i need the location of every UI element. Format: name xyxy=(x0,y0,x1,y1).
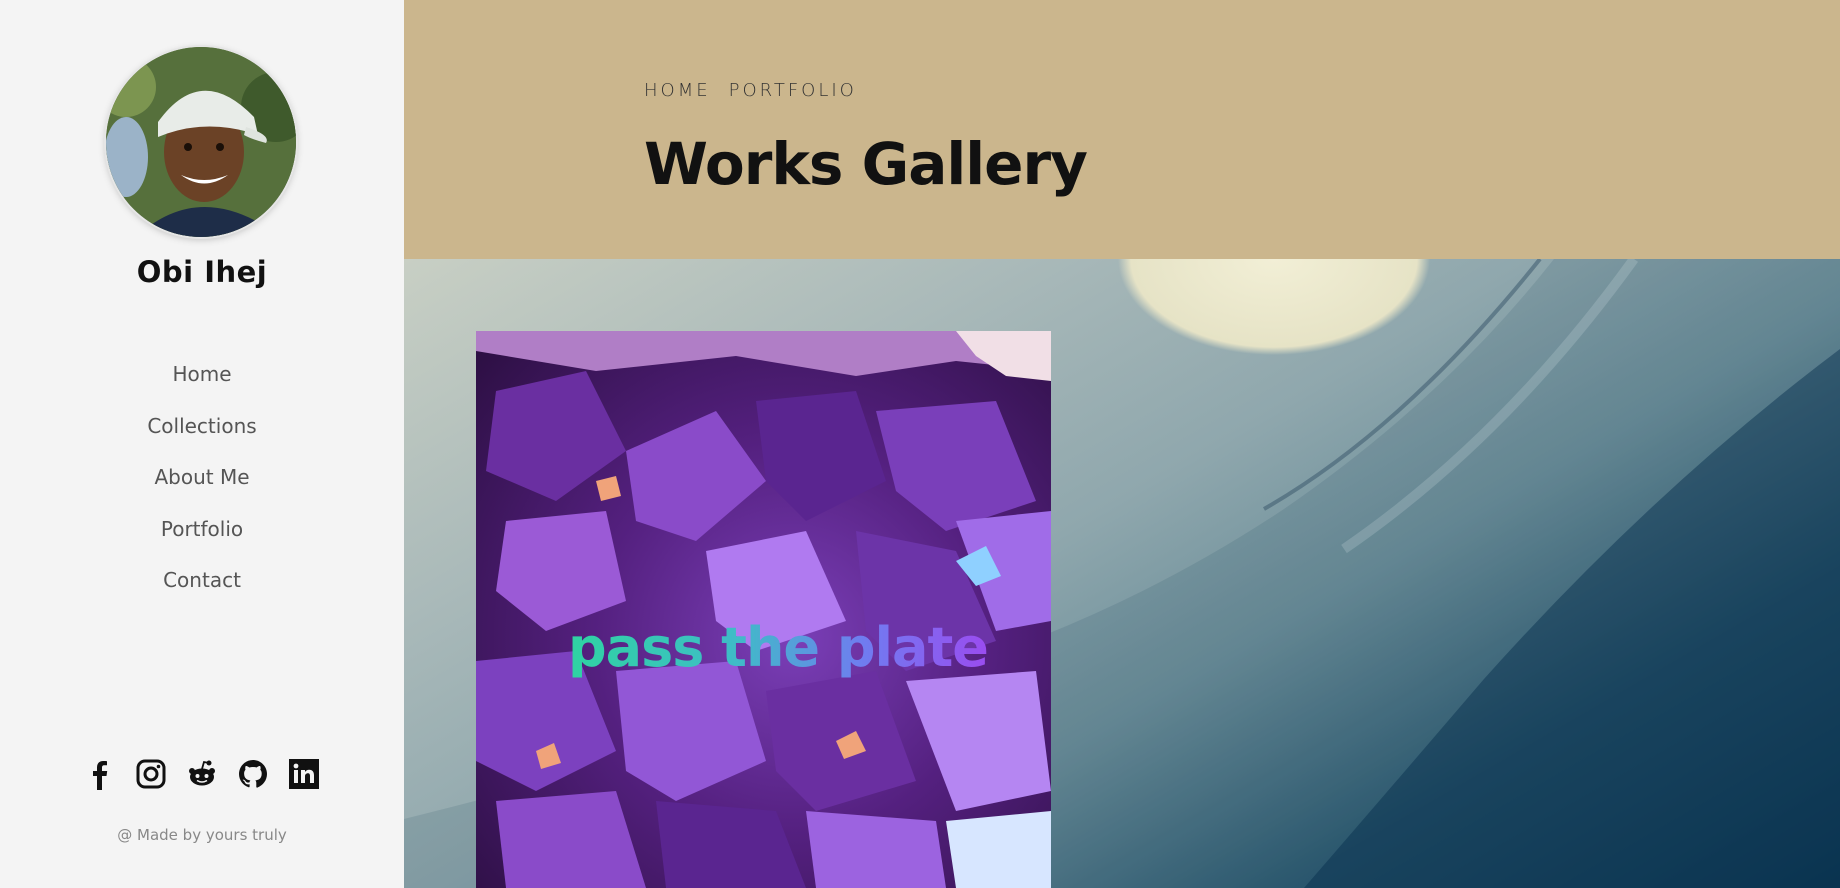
social-links xyxy=(0,757,404,791)
instagram-icon[interactable] xyxy=(135,757,167,791)
gallery-item[interactable]: pass the plate xyxy=(476,331,1051,888)
nav-item-portfolio[interactable]: Portfolio xyxy=(0,511,404,563)
avatar-image xyxy=(106,47,296,237)
nav-item-contact[interactable]: Contact xyxy=(0,562,404,614)
page-title: Works Gallery xyxy=(644,130,1088,198)
main-content: HOME PORTFOLIO Works Gallery pass the pl… xyxy=(404,0,1840,888)
profile-name: Obi Ihej xyxy=(136,255,268,289)
page-header: HOME PORTFOLIO Works Gallery xyxy=(404,0,1840,259)
breadcrumb-portfolio[interactable]: PORTFOLIO xyxy=(729,80,857,101)
avatar xyxy=(106,47,296,237)
gallery-item-title: pass the plate xyxy=(568,616,989,679)
sidebar-nav: Home Collections About Me Portfolio Cont… xyxy=(0,356,404,614)
nav-item-about-me[interactable]: About Me xyxy=(0,459,404,511)
linkedin-icon[interactable] xyxy=(288,757,320,791)
gallery-item-image xyxy=(476,331,1051,888)
footer-credit: @ Made by yours truly xyxy=(117,826,287,844)
breadcrumb-home[interactable]: HOME xyxy=(644,80,711,101)
reddit-icon[interactable] xyxy=(186,757,218,791)
sidebar: Obi Ihej Home Collections About Me Portf… xyxy=(0,0,404,888)
nav-item-collections[interactable]: Collections xyxy=(0,408,404,460)
facebook-icon[interactable] xyxy=(84,757,116,791)
breadcrumb: HOME PORTFOLIO xyxy=(644,80,857,101)
github-icon[interactable] xyxy=(237,757,269,791)
nav-item-home[interactable]: Home xyxy=(0,356,404,408)
